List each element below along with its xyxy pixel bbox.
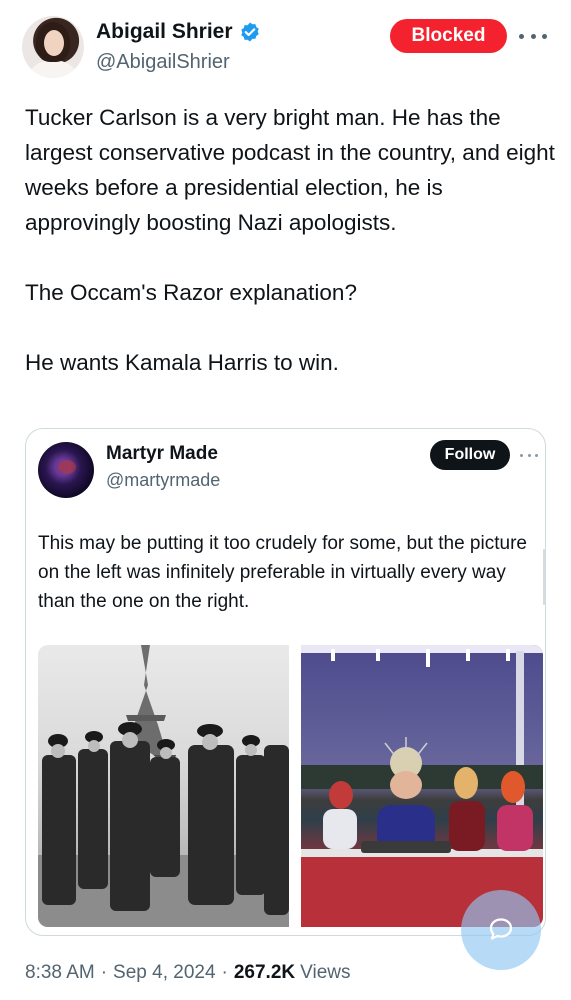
chat-bubble-icon bbox=[489, 918, 513, 940]
author-avatar[interactable] bbox=[22, 16, 84, 78]
compose-reply-button[interactable] bbox=[461, 890, 541, 970]
more-options-icon[interactable] bbox=[519, 24, 547, 48]
quoted-author-name[interactable]: Martyr Made bbox=[106, 443, 218, 465]
dot bbox=[519, 33, 524, 39]
dot bbox=[542, 33, 547, 39]
dot bbox=[520, 453, 523, 457]
views-label: Views bbox=[300, 962, 351, 983]
views-count: 267.2K bbox=[233, 962, 296, 983]
tweet-paragraph: The Occam's Razor explanation? bbox=[25, 280, 357, 305]
scrollbar[interactable] bbox=[543, 549, 545, 605]
quoted-tweet-card[interactable]: Martyr Made @martyrmade Follow This may … bbox=[25, 428, 546, 936]
quoted-tweet-text: This may be putting it too crudely for s… bbox=[38, 533, 527, 612]
dot bbox=[530, 33, 536, 39]
tweet-paragraph: Tucker Carlson is a very bright man. He … bbox=[25, 105, 555, 235]
photo-left[interactable] bbox=[38, 645, 289, 927]
quoted-more-options-icon[interactable] bbox=[520, 451, 538, 459]
stage-performers-photo-icon bbox=[301, 645, 543, 927]
tweet-header: Abigail Shrier @AbigailShrier Blocked bbox=[0, 0, 571, 90]
photo-right[interactable] bbox=[301, 645, 543, 927]
dot bbox=[535, 453, 538, 457]
author-name-row: Abigail Shrier bbox=[96, 20, 261, 44]
dot bbox=[527, 453, 531, 457]
follow-button[interactable]: Follow bbox=[430, 440, 510, 470]
avatar-shoulder bbox=[30, 60, 76, 78]
author-name[interactable]: Abigail Shrier bbox=[96, 20, 233, 44]
tweet-meta: 8:38 AM · Sep 4, 2024 · 267.2K Views bbox=[25, 962, 350, 984]
quoted-author-handle[interactable]: @martyrmade bbox=[106, 470, 220, 491]
quoted-author-avatar[interactable] bbox=[38, 442, 94, 498]
separator: · bbox=[221, 962, 228, 983]
date[interactable]: Sep 4, 2024 bbox=[113, 962, 215, 984]
tweet-text: Tucker Carlson is a very bright man. He … bbox=[25, 100, 555, 380]
verified-badge-icon bbox=[239, 21, 261, 43]
author-handle[interactable]: @AbigailShrier bbox=[96, 51, 230, 74]
eiffel-tower-photo-icon bbox=[38, 645, 289, 927]
blocked-button[interactable]: Blocked bbox=[390, 19, 507, 53]
tweet-paragraph: He wants Kamala Harris to win. bbox=[25, 350, 339, 375]
timestamp[interactable]: 8:38 AM bbox=[25, 962, 95, 984]
avatar-face bbox=[44, 30, 64, 56]
separator: · bbox=[100, 962, 108, 983]
